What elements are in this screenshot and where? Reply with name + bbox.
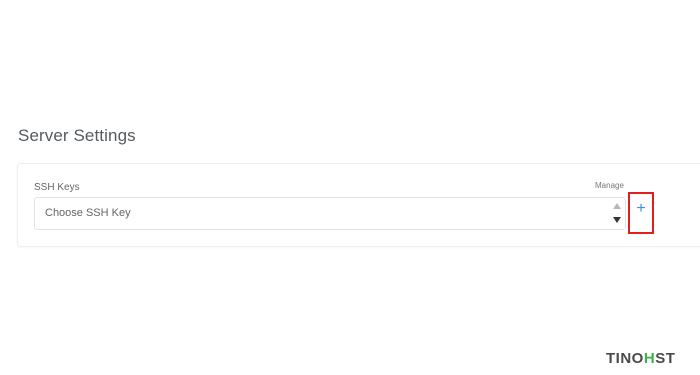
- arrow-up-icon: [613, 203, 621, 209]
- section-title: Server Settings: [18, 126, 136, 145]
- ssh-key-select[interactable]: Choose SSH Key: [34, 197, 626, 230]
- ssh-keys-label: SSH Keys: [34, 182, 80, 193]
- ssh-key-select-value: Choose SSH Key: [45, 207, 131, 219]
- select-spinner[interactable]: [613, 203, 621, 225]
- tinohost-logo: TINOHST: [606, 350, 675, 367]
- plus-icon: +: [636, 200, 646, 217]
- arrow-down-icon: [613, 217, 621, 223]
- logo-accent: H: [643, 350, 656, 367]
- manage-link[interactable]: Manage: [595, 181, 624, 190]
- server-settings-card: SSH Keys Manage Choose SSH Key +: [17, 163, 700, 247]
- logo-text-1: TINO: [606, 350, 644, 367]
- add-ssh-key-button[interactable]: +: [628, 192, 654, 234]
- logo-text-2: ST: [655, 350, 676, 367]
